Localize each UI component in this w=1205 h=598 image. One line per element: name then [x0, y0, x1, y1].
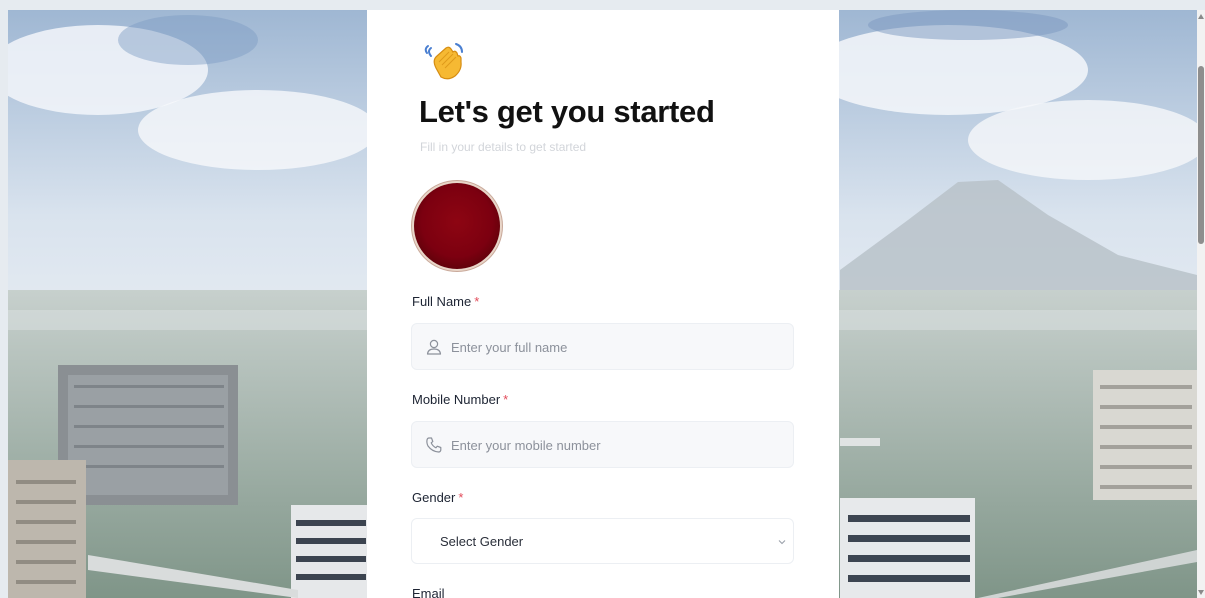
required-marker: * [503, 392, 509, 407]
required-marker: * [458, 490, 464, 505]
full-name-placeholder: Enter your full name [451, 340, 568, 355]
email-label-text: Email [412, 586, 445, 598]
scrollbar-thumb[interactable] [1198, 66, 1204, 244]
full-name-label: Full Name * [412, 294, 479, 309]
page-scrollbar[interactable] [1197, 10, 1205, 598]
mobile-number-label: Mobile Number * [412, 392, 508, 407]
full-name-label-text: Full Name [412, 294, 472, 309]
waving-hand-icon [424, 43, 463, 80]
gender-label: Gender * [412, 490, 463, 505]
user-icon [426, 339, 442, 355]
scroll-down-arrow[interactable] [1198, 590, 1204, 595]
gender-selected-value: Select Gender [440, 534, 524, 549]
full-name-input[interactable]: Enter your full name [411, 323, 794, 370]
chevron-down-icon [778, 540, 786, 545]
page-subtitle: Fill in your details to get started [420, 140, 587, 154]
phone-icon [426, 437, 442, 453]
page-title: Let's get you started [419, 94, 715, 129]
required-marker: * [474, 294, 480, 309]
mobile-number-label-text: Mobile Number [412, 392, 501, 407]
profile-avatar[interactable] [414, 183, 500, 269]
scroll-up-arrow[interactable] [1198, 14, 1204, 19]
mobile-number-placeholder: Enter your mobile number [451, 438, 601, 453]
email-label: Email [412, 586, 445, 598]
gender-select[interactable]: Select Gender [411, 518, 794, 564]
mobile-number-input[interactable]: Enter your mobile number [411, 421, 794, 468]
gender-label-text: Gender [412, 490, 456, 505]
